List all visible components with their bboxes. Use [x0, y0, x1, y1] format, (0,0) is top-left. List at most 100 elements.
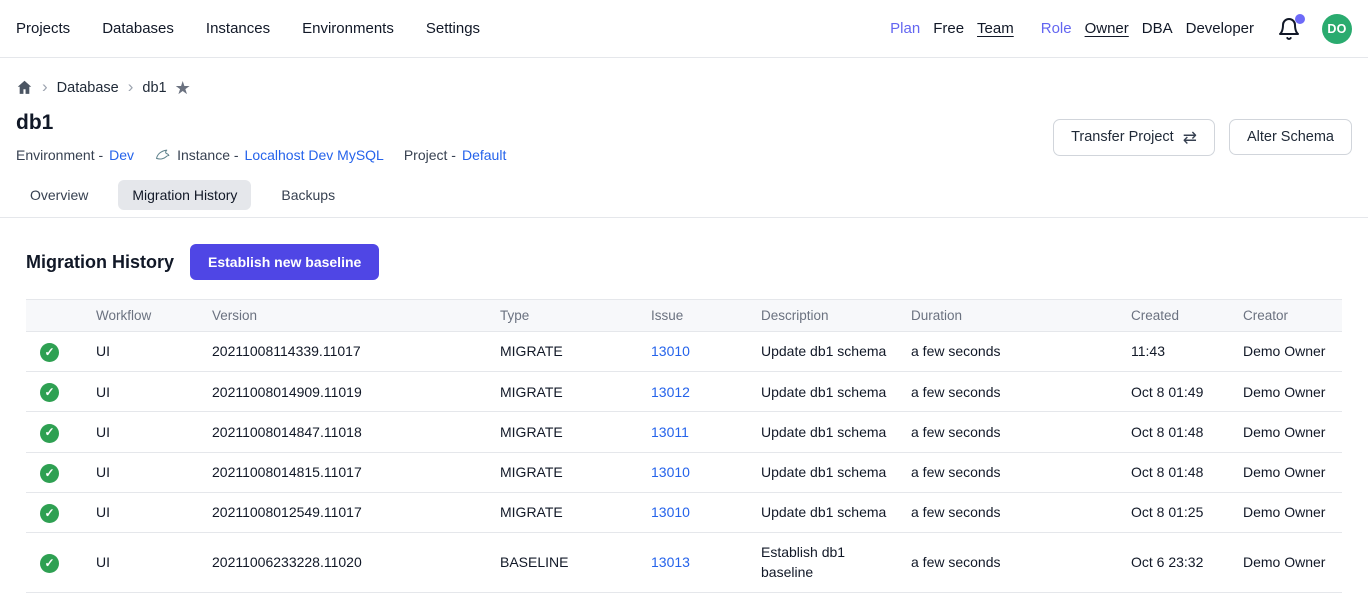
favorite-star-icon[interactable]: ★	[175, 79, 191, 97]
cell-duration: a few seconds	[897, 372, 1117, 412]
table-row[interactable]: ✓UI20211008014909.11019MIGRATE13012Updat…	[26, 372, 1342, 412]
cell-workflow: UI	[82, 533, 198, 593]
cell-workflow: UI	[82, 372, 198, 412]
cell-issue: 13011	[637, 412, 747, 452]
cell-issue: 13013	[637, 533, 747, 593]
migration-table-body: ✓UI20211008114339.11017MIGRATE13010Updat…	[26, 332, 1342, 593]
database-meta-row: Environment - Dev Instance - Localhost D…	[16, 146, 506, 163]
cell-type: MIGRATE	[486, 452, 637, 492]
cell-created: Oct 6 23:32	[1117, 533, 1229, 593]
cell-version: 20211008014909.11019	[198, 372, 486, 412]
role-option-developer[interactable]: Developer	[1186, 20, 1254, 37]
column-header: Workflow	[82, 300, 198, 332]
column-header: Version	[198, 300, 486, 332]
tabs-divider	[0, 217, 1368, 218]
issue-link[interactable]: 13010	[651, 343, 690, 359]
breadcrumb-item-database[interactable]: Database	[57, 80, 119, 96]
cell-type: BASELINE	[486, 533, 637, 593]
project-link[interactable]: Default	[462, 147, 506, 163]
cell-created: Oct 8 01:49	[1117, 372, 1229, 412]
cell-description: Update db1 schema	[747, 372, 897, 412]
tab-backups[interactable]: Backups	[267, 180, 349, 210]
success-check-icon: ✓	[40, 424, 59, 443]
cell-created: Oct 8 01:25	[1117, 492, 1229, 532]
cell-version: 20211008014815.11017	[198, 452, 486, 492]
page-title: db1	[16, 111, 506, 135]
cell-version: 20211008014847.11018	[198, 412, 486, 452]
column-header: Duration	[897, 300, 1117, 332]
cell-creator: Demo Owner	[1229, 332, 1342, 372]
nav-right: Plan Free Team Role Owner DBA Developer …	[890, 14, 1352, 44]
success-check-icon: ✓	[40, 554, 59, 573]
cell-type: MIGRATE	[486, 492, 637, 532]
table-row[interactable]: ✓UI20211008114339.11017MIGRATE13010Updat…	[26, 332, 1342, 372]
cell-duration: a few seconds	[897, 332, 1117, 372]
cell-status: ✓	[26, 332, 82, 372]
project-label: Project -	[404, 147, 456, 163]
table-row[interactable]: ✓UI20211008014847.11018MIGRATE13011Updat…	[26, 412, 1342, 452]
issue-link[interactable]: 13013	[651, 554, 690, 570]
cell-duration: a few seconds	[897, 412, 1117, 452]
instance-label: Instance -	[177, 147, 238, 163]
instance-link[interactable]: Localhost Dev MySQL	[245, 147, 384, 163]
nav-item-projects[interactable]: Projects	[16, 20, 70, 37]
nav-item-settings[interactable]: Settings	[426, 20, 480, 37]
plan-option-team[interactable]: Team	[977, 20, 1014, 37]
environment-label: Environment -	[16, 147, 103, 163]
issue-link[interactable]: 13010	[651, 504, 690, 520]
nav-item-instances[interactable]: Instances	[206, 20, 270, 37]
plan-option-free[interactable]: Free	[933, 20, 964, 37]
cell-creator: Demo Owner	[1229, 492, 1342, 532]
breadcrumb: › Database › db1 ★	[16, 78, 1352, 97]
notification-dot	[1295, 14, 1305, 24]
nav-item-databases[interactable]: Databases	[102, 20, 174, 37]
cell-workflow: UI	[82, 492, 198, 532]
success-check-icon: ✓	[40, 383, 59, 402]
column-header: Created	[1117, 300, 1229, 332]
main-nav: Projects Databases Instances Environment…	[16, 20, 480, 37]
breadcrumb-item-db1: db1	[142, 80, 166, 96]
migration-history-table: WorkflowVersionTypeIssueDescriptionDurat…	[26, 299, 1342, 593]
issue-link[interactable]: 13012	[651, 384, 690, 400]
database-tabs: Overview Migration History Backups	[16, 180, 1352, 210]
home-icon[interactable]	[16, 79, 33, 96]
cell-created: Oct 8 01:48	[1117, 412, 1229, 452]
plan-label: Plan	[890, 20, 920, 37]
cell-created: 11:43	[1117, 332, 1229, 372]
cell-description: Update db1 schema	[747, 332, 897, 372]
cell-version: 20211008114339.11017	[198, 332, 486, 372]
page-actions: Transfer Project ⇄ Alter Schema	[1053, 119, 1352, 156]
table-header-row: WorkflowVersionTypeIssueDescriptionDurat…	[26, 300, 1342, 332]
tab-overview[interactable]: Overview	[16, 180, 102, 210]
alter-schema-button[interactable]: Alter Schema	[1229, 119, 1352, 155]
tab-migration-history[interactable]: Migration History	[118, 180, 251, 210]
mysql-dolphin-icon	[154, 146, 171, 163]
cell-status: ✓	[26, 492, 82, 532]
cell-issue: 13010	[637, 332, 747, 372]
issue-link[interactable]: 13011	[651, 424, 689, 440]
issue-link[interactable]: 13010	[651, 464, 690, 480]
establish-new-baseline-button[interactable]: Establish new baseline	[190, 244, 379, 280]
role-option-dba[interactable]: DBA	[1142, 20, 1173, 37]
user-avatar[interactable]: DO	[1322, 14, 1352, 44]
top-nav-bar: Projects Databases Instances Environment…	[0, 0, 1368, 58]
cell-creator: Demo Owner	[1229, 372, 1342, 412]
nav-item-environments[interactable]: Environments	[302, 20, 394, 37]
cell-status: ✓	[26, 452, 82, 492]
cell-creator: Demo Owner	[1229, 412, 1342, 452]
role-label: Role	[1041, 20, 1072, 37]
cell-creator: Demo Owner	[1229, 452, 1342, 492]
cell-duration: a few seconds	[897, 452, 1117, 492]
cell-description: Update db1 schema	[747, 492, 897, 532]
environment-link[interactable]: Dev	[109, 147, 134, 163]
transfer-project-button[interactable]: Transfer Project ⇄	[1053, 119, 1215, 156]
role-option-owner[interactable]: Owner	[1085, 20, 1129, 37]
cell-version: 20211006233228.11020	[198, 533, 486, 593]
cell-creator: Demo Owner	[1229, 533, 1342, 593]
notification-bell-icon[interactable]	[1277, 17, 1301, 41]
alter-schema-label: Alter Schema	[1247, 129, 1334, 145]
table-row[interactable]: ✓UI20211008012549.11017MIGRATE13010Updat…	[26, 492, 1342, 532]
table-row[interactable]: ✓UI20211008014815.11017MIGRATE13010Updat…	[26, 452, 1342, 492]
cell-workflow: UI	[82, 332, 198, 372]
table-row[interactable]: ✓UI20211006233228.11020BASELINE13013Esta…	[26, 533, 1342, 593]
